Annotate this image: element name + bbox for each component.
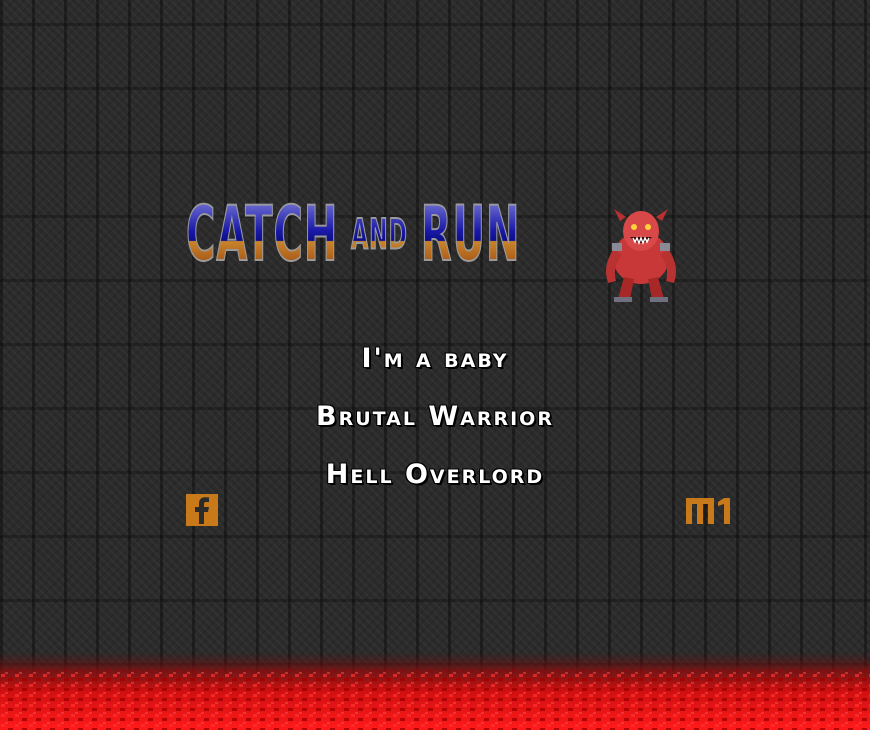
lava-floor <box>0 652 870 730</box>
logo-word-and: AND <box>351 212 408 261</box>
m1-icon[interactable] <box>684 494 732 526</box>
difficulty-medium-button[interactable]: Brutal Warrior <box>0 398 870 456</box>
logo-word-catch: CATCH <box>185 191 339 279</box>
logo-word-run: RUN <box>420 191 521 279</box>
difficulty-menu: I'm a baby Brutal Warrior Hell Overlord <box>0 340 870 514</box>
pinky-demon-icon <box>606 209 676 302</box>
difficulty-easy-button[interactable]: I'm a baby <box>0 340 870 398</box>
facebook-icon[interactable] <box>186 494 218 526</box>
logo-title: CATCH AND RUN <box>185 196 586 303</box>
game-logo: CATCH AND RUN <box>185 196 686 303</box>
difficulty-hard-button[interactable]: Hell Overlord <box>0 456 870 514</box>
